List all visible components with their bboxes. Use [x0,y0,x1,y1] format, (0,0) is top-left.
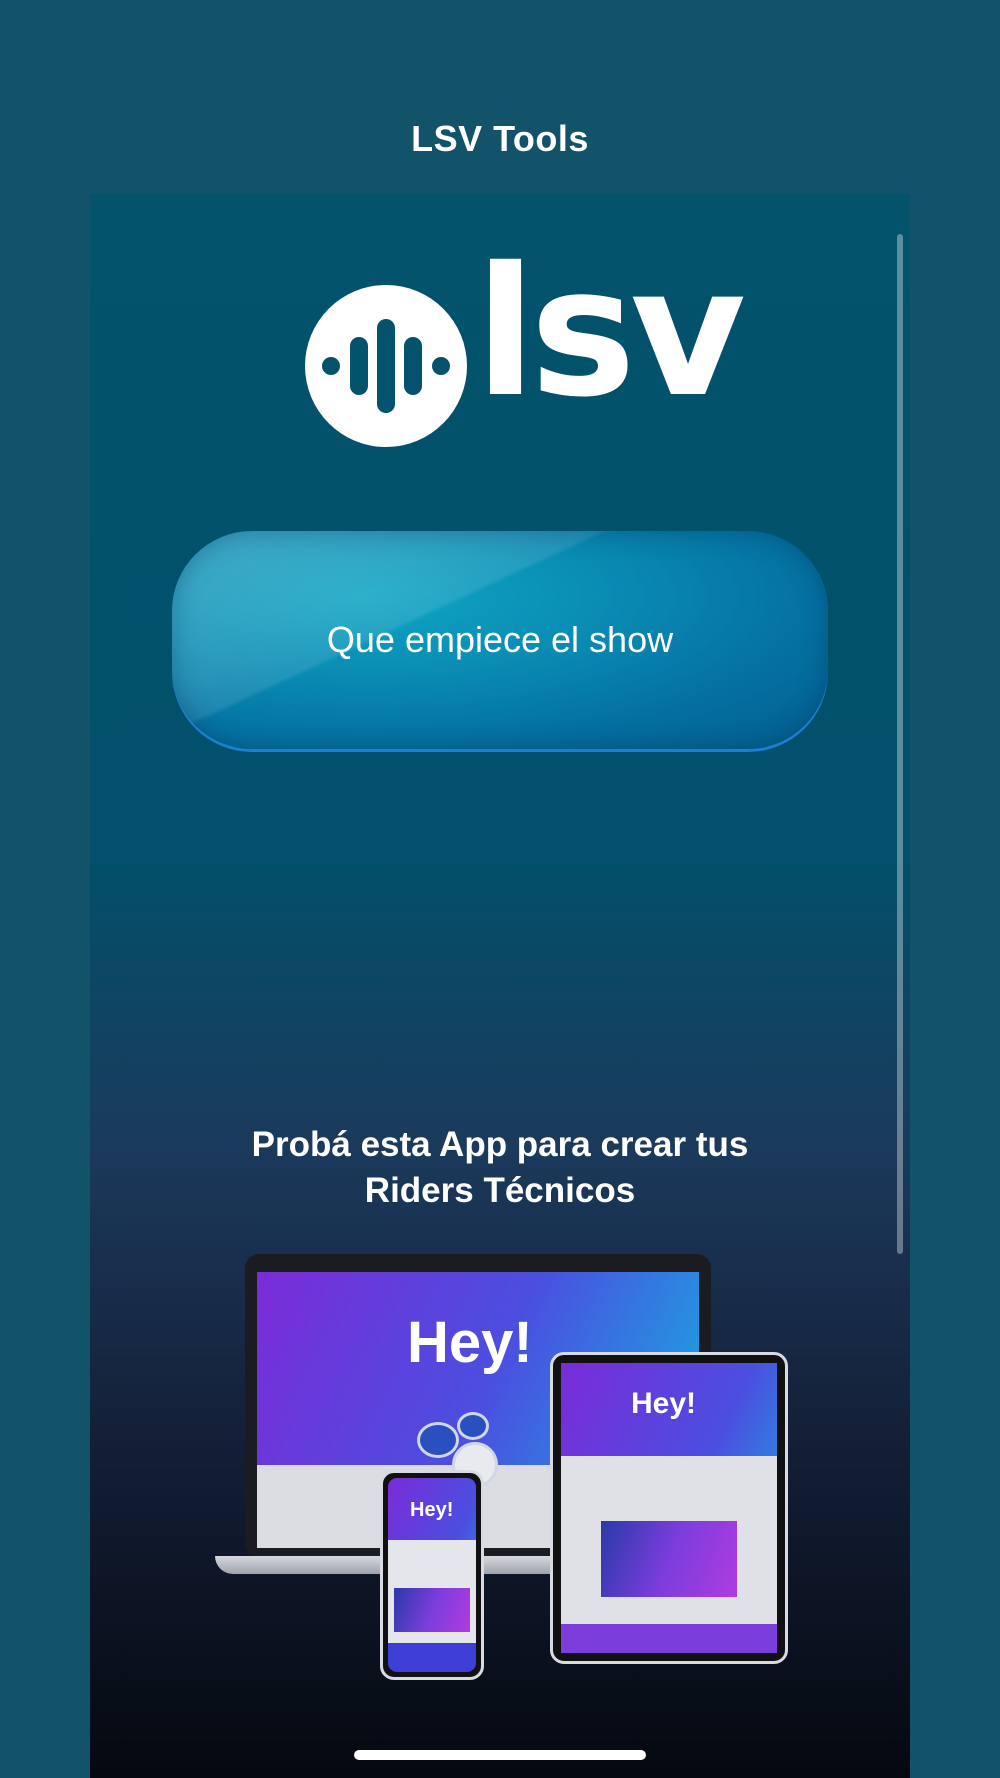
main-panel: lsv Que empiece el show Probá esta App p… [90,194,910,1778]
phone-mockup: Hey! [380,1470,484,1680]
drum-icon [457,1412,489,1440]
video-thumbnail [601,1521,737,1597]
tablet-display: Hey! [561,1363,777,1653]
drum-icon [417,1422,459,1458]
promo-text: Probá esta App para crear tus Riders Téc… [90,1122,910,1214]
promo-line-2: Riders Técnicos [364,1171,636,1210]
home-indicator[interactable] [354,1750,646,1760]
sound-wave-icon [305,285,467,447]
scrollbar[interactable] [897,234,903,1254]
laptop-hey-heading: Hey! [407,1310,533,1375]
start-show-button-label: Que empiece el show [326,619,674,660]
logo-text: lsv [475,229,746,436]
tablet-mockup: Hey! [550,1352,788,1664]
promo-line-1: Probá esta App para crear tus [251,1125,749,1164]
devices-illustration[interactable]: Hey! Hey! Hey! [215,1254,795,1680]
start-show-button[interactable]: Que empiece el show [172,531,828,749]
video-thumbnail [394,1588,470,1632]
nav-title: LSV Tools [411,118,589,159]
phone-display: Hey! [388,1478,476,1672]
lsv-logo: lsv [305,244,746,452]
tablet-hey-heading: Hey! [631,1387,697,1420]
phone-hey-heading: Hey! [410,1499,454,1521]
